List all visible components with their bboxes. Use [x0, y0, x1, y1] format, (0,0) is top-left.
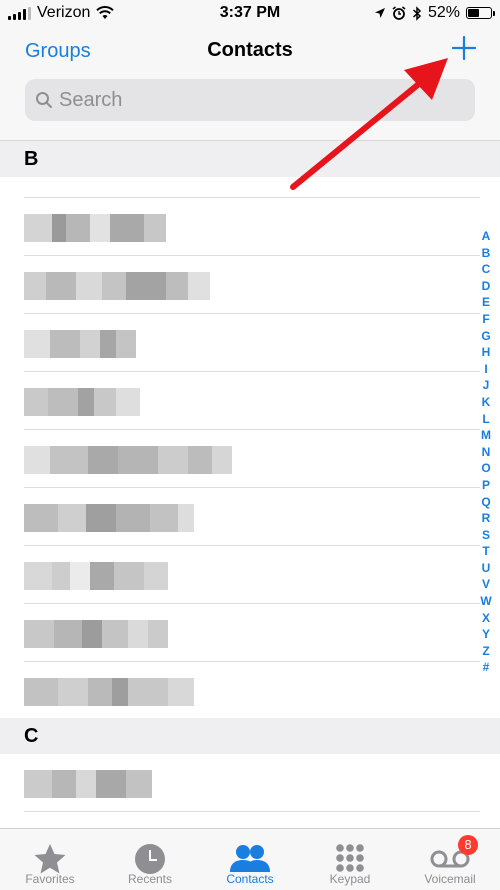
index-letter[interactable]: X — [476, 610, 496, 627]
index-letter[interactable]: C — [476, 261, 496, 278]
section-header-c: C — [0, 718, 500, 754]
redacted-name — [24, 562, 168, 590]
index-letter[interactable]: B — [476, 245, 496, 262]
index-letter[interactable]: O — [476, 460, 496, 477]
page-title: Contacts — [207, 39, 293, 61]
redacted-name — [24, 678, 194, 706]
tab-keypad[interactable]: Keypad — [300, 829, 400, 890]
voicemail-badge: 8 — [458, 835, 478, 855]
index-letter[interactable]: Z — [476, 643, 496, 660]
battery-level — [468, 9, 480, 17]
redacted-name — [24, 272, 210, 300]
index-letter[interactable]: N — [476, 444, 496, 461]
tab-label: Voicemail — [424, 872, 476, 886]
row-divider — [24, 811, 480, 812]
section-letter: C — [24, 725, 39, 747]
tab-label: Contacts — [226, 872, 274, 886]
list-item[interactable] — [0, 430, 480, 488]
index-letter[interactable]: U — [476, 560, 496, 577]
tab-voicemail[interactable]: 8 Voicemail — [400, 829, 500, 890]
redacted-name — [24, 504, 194, 532]
index-letter[interactable]: T — [476, 543, 496, 560]
list-item[interactable] — [0, 662, 480, 718]
search-icon — [36, 92, 52, 108]
bluetooth-icon — [412, 5, 422, 21]
status-right: 52% — [374, 4, 495, 22]
list-item[interactable] — [0, 754, 480, 812]
search-bar[interactable] — [25, 79, 475, 121]
redacted-name — [24, 388, 140, 416]
list-item[interactable] — [0, 546, 480, 604]
index-letter[interactable]: E — [476, 294, 496, 311]
index-letter[interactable]: R — [476, 510, 496, 527]
index-letter[interactable]: W — [476, 593, 496, 610]
tab-favorites[interactable]: Favorites — [0, 829, 100, 890]
index-letter[interactable]: S — [476, 527, 496, 544]
index-letter[interactable]: V — [476, 576, 496, 593]
index-letter[interactable]: Q — [476, 494, 496, 511]
tab-contacts[interactable]: Contacts — [200, 829, 300, 890]
status-bar: Verizon 3:37 PM 52% — [0, 0, 500, 28]
index-letter[interactable]: A — [476, 228, 496, 245]
index-letter[interactable]: M — [476, 427, 496, 444]
contacts-icon — [230, 845, 270, 872]
tab-recents[interactable]: Recents — [100, 829, 200, 890]
clock-icon — [135, 844, 165, 874]
navigation-bar: Groups Contacts — [0, 28, 500, 141]
list-item[interactable] — [0, 488, 480, 546]
redacted-name — [24, 620, 168, 648]
redacted-name — [24, 770, 152, 798]
battery-percent: 52% — [427, 4, 460, 21]
index-letter[interactable]: F — [476, 311, 496, 328]
list-item[interactable] — [0, 256, 480, 314]
battery-icon — [466, 7, 495, 19]
list-item — [0, 140, 480, 198]
index-letter[interactable]: G — [476, 328, 496, 345]
tab-bar: Favorites Recents Contacts Keypad 8 Voic… — [0, 828, 500, 890]
plus-icon[interactable] — [450, 34, 478, 62]
star-icon — [34, 844, 66, 874]
list-item[interactable] — [0, 198, 480, 256]
tab-label: Recents — [127, 872, 173, 886]
search-input[interactable] — [59, 79, 459, 121]
list-item[interactable] — [0, 372, 480, 430]
list-item[interactable] — [0, 314, 480, 372]
alarm-icon — [392, 6, 406, 20]
list-item[interactable] — [0, 604, 480, 662]
index-letter[interactable]: Y — [476, 626, 496, 643]
keypad-icon — [336, 844, 364, 872]
index-letter[interactable]: H — [476, 344, 496, 361]
index-letter[interactable]: I — [476, 361, 496, 378]
tab-label: Keypad — [329, 872, 371, 886]
tab-label: Favorites — [25, 872, 75, 886]
redacted-name — [24, 446, 232, 474]
index-letter[interactable]: P — [476, 477, 496, 494]
index-letter[interactable]: # — [476, 659, 496, 676]
redacted-name — [24, 214, 166, 242]
section-index[interactable]: A B C D E F G H I J K L M N O P Q R S T U V W X Y Z # — [476, 228, 496, 676]
location-icon — [374, 8, 385, 18]
index-letter[interactable]: D — [476, 278, 496, 295]
index-letter[interactable]: K — [476, 394, 496, 411]
index-letter[interactable]: L — [476, 411, 496, 428]
index-letter[interactable]: J — [476, 377, 496, 394]
redacted-name — [24, 330, 136, 358]
